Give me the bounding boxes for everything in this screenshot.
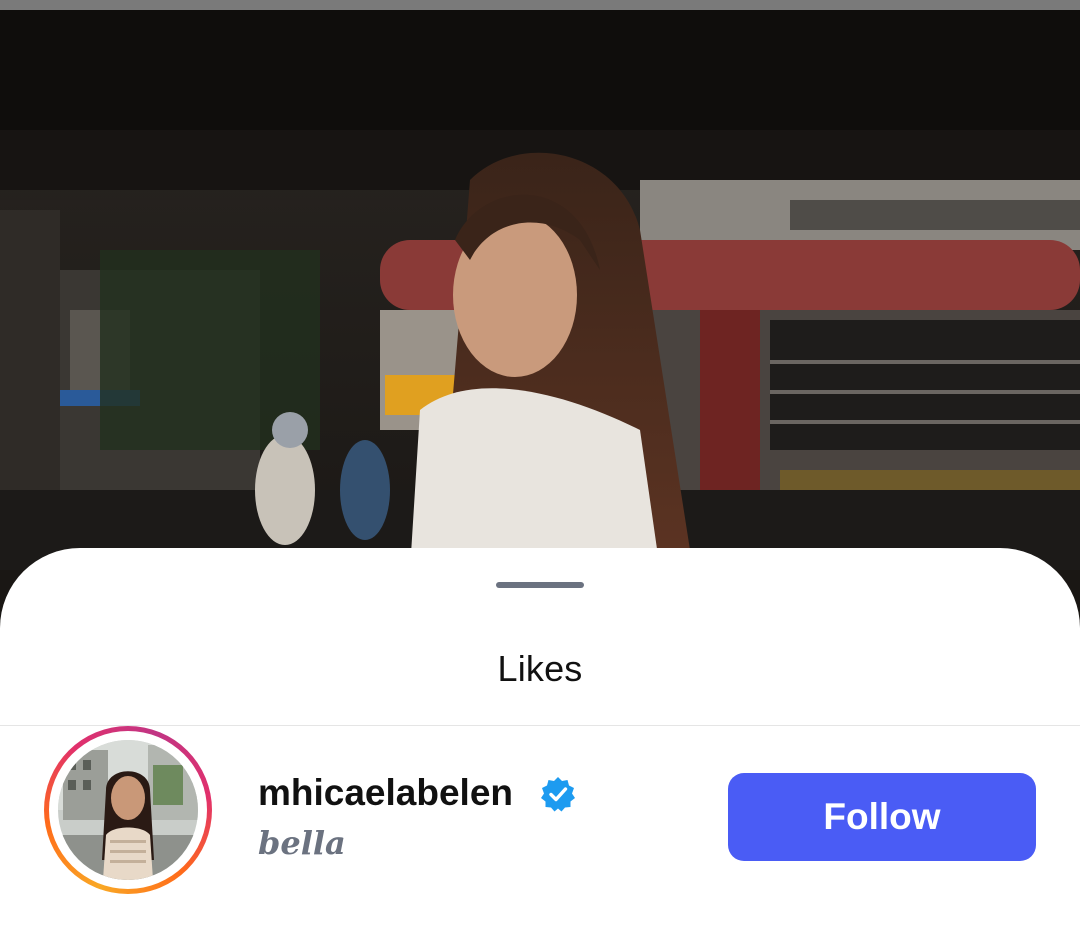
follow-button[interactable]: Follow (728, 773, 1036, 861)
full-name: bella (258, 824, 346, 862)
likes-bottom-sheet: Likes mhicaelabelen bella Follow (0, 548, 1080, 928)
sheet-title: Likes (497, 648, 583, 689)
verified-badge-icon (540, 776, 576, 812)
status-strip (0, 0, 1080, 10)
username[interactable]: mhicaelabelen (258, 772, 513, 814)
drag-handle[interactable] (496, 582, 584, 588)
background-post-image (0, 10, 1080, 570)
story-ring[interactable] (44, 726, 212, 894)
list-item[interactable]: mhicaelabelen bella Follow (0, 726, 1080, 928)
avatar[interactable] (58, 740, 198, 880)
